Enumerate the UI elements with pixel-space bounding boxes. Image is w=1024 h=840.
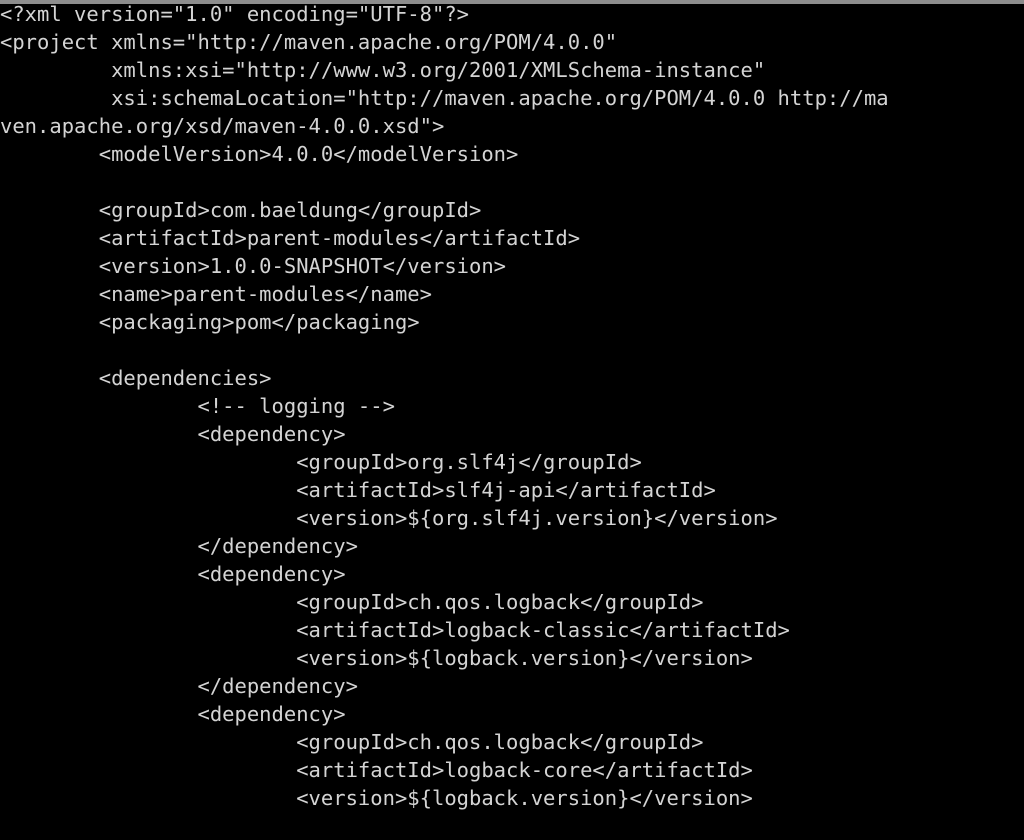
terminal-line: </dependency> bbox=[0, 534, 358, 558]
terminal-line: <version>${org.slf4j.version}</version> bbox=[0, 506, 778, 530]
terminal-line: <project xmlns="http://maven.apache.org/… bbox=[0, 30, 618, 54]
terminal-line: <modelVersion>4.0.0</modelVersion> bbox=[0, 142, 519, 166]
terminal-line: <artifactId>logback-classic</artifactId> bbox=[0, 618, 790, 642]
terminal-line: <groupId>ch.qos.logback</groupId> bbox=[0, 730, 704, 754]
terminal-line: <packaging>pom</packaging> bbox=[0, 310, 420, 334]
terminal-line: <dependency> bbox=[0, 422, 346, 446]
terminal-line: <artifactId>parent-modules</artifactId> bbox=[0, 226, 581, 250]
terminal-screen: <?xml version="1.0" encoding="UTF-8"?> <p… bbox=[0, 0, 1024, 840]
terminal-line: <version>${logback.version}</version> bbox=[0, 786, 753, 810]
terminal-line: <?xml version="1.0" encoding="UTF-8"?> bbox=[0, 2, 469, 26]
terminal-line: </dependency> bbox=[0, 674, 358, 698]
terminal-line: <groupId>ch.qos.logback</groupId> bbox=[0, 590, 704, 614]
terminal-line: <groupId>com.baeldung</groupId> bbox=[0, 198, 482, 222]
terminal-line: <dependency> bbox=[0, 702, 346, 726]
terminal-line: <version>${logback.version}</version> bbox=[0, 646, 753, 670]
terminal-output-area[interactable]: <?xml version="1.0" encoding="UTF-8"?> <p… bbox=[0, 0, 1024, 840]
terminal-line: <!-- logging --> bbox=[0, 394, 395, 418]
terminal-line: ven.apache.org/xsd/maven-4.0.0.xsd"> bbox=[0, 114, 445, 138]
terminal-line: <artifactId>logback-core</artifactId> bbox=[0, 758, 753, 782]
terminal-line: <artifactId>slf4j-api</artifactId> bbox=[0, 478, 716, 502]
terminal-line: <dependency> bbox=[0, 562, 346, 586]
terminal-line: <dependencies> bbox=[0, 366, 272, 390]
terminal-line: <groupId>org.slf4j</groupId> bbox=[0, 450, 642, 474]
terminal-line: xmlns:xsi="http://www.w3.org/2001/XMLSch… bbox=[0, 58, 766, 82]
terminal-line: <version>1.0.0-SNAPSHOT</version> bbox=[0, 254, 507, 278]
terminal-line: <name>parent-modules</name> bbox=[0, 282, 432, 306]
more-status-line: --More-- (46% of 2009 bytes) bbox=[0, 812, 432, 840]
terminal-line: xsi:schemaLocation="http://maven.apache.… bbox=[0, 86, 889, 110]
